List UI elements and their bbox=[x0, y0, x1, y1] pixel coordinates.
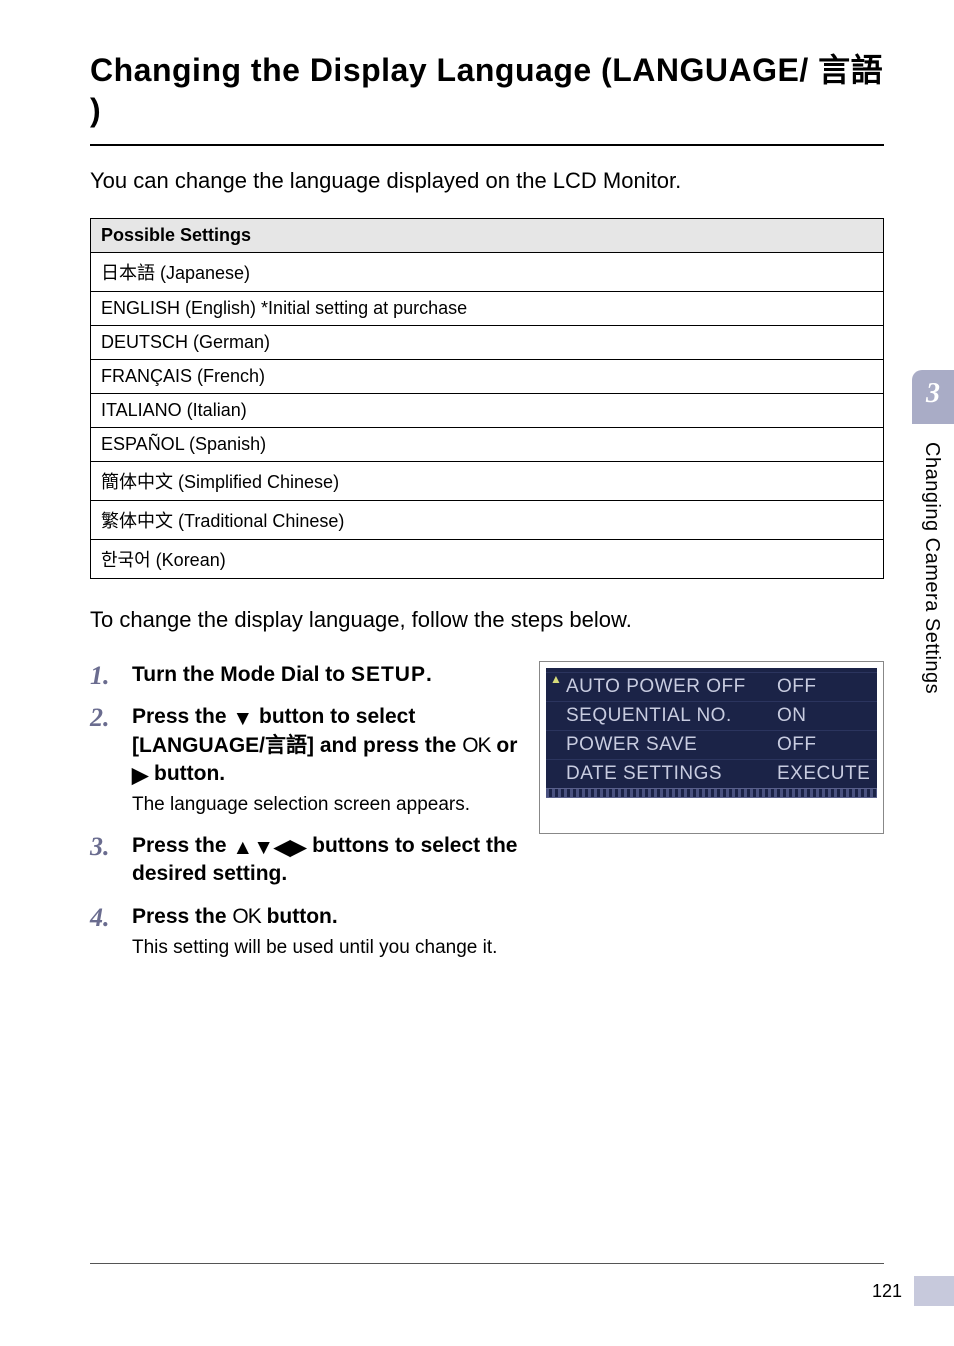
settings-row: DEUTSCH (German) bbox=[91, 326, 884, 360]
step-text: Press the bbox=[132, 905, 232, 928]
step-text: Press the bbox=[132, 834, 232, 857]
chapter-number: 3 bbox=[912, 370, 954, 424]
step-text: or bbox=[491, 734, 518, 757]
chapter-title: Changing Camera Settings bbox=[912, 424, 951, 712]
side-tab: 3 Changing Camera Settings bbox=[912, 370, 954, 850]
step-text: button. bbox=[148, 762, 225, 785]
lead-text: To change the display language, follow t… bbox=[90, 607, 884, 633]
title-rule bbox=[90, 144, 884, 146]
intro-text: You can change the language displayed on… bbox=[90, 168, 884, 194]
ok-icon: OK bbox=[462, 734, 490, 757]
step-text: Turn the Mode Dial to bbox=[132, 663, 351, 686]
step-body: This setting will be used until you chan… bbox=[132, 935, 521, 961]
lcd-value: OFF bbox=[777, 676, 867, 698]
step-text: Press the bbox=[132, 705, 232, 728]
left-arrow-icon: ◀ bbox=[274, 837, 290, 858]
settings-row: 한국어 (Korean) bbox=[91, 540, 884, 579]
possible-settings-table: Possible Settings 日本語 (Japanese) ENGLISH… bbox=[90, 218, 884, 579]
settings-row: 簡体中文 (Simplified Chinese) bbox=[91, 462, 884, 501]
lcd-label: SEQUENTIAL NO. bbox=[566, 705, 777, 727]
page-number: 121 bbox=[872, 1281, 904, 1302]
step-1: Turn the Mode Dial to SETUP. bbox=[90, 661, 521, 689]
lcd-value: OFF bbox=[777, 734, 867, 756]
ok-icon: OK bbox=[232, 905, 260, 928]
step-2: Press the ▼ button to select [LANGUAGE/言… bbox=[90, 703, 521, 818]
steps-list: Turn the Mode Dial to SETUP. Press the ▼… bbox=[90, 661, 521, 975]
settings-row: FRANÇAIS (French) bbox=[91, 360, 884, 394]
down-arrow-icon: ▼ bbox=[253, 837, 274, 858]
settings-row: 日本語 (Japanese) bbox=[91, 253, 884, 292]
right-arrow-icon: ▶ bbox=[290, 837, 306, 858]
lcd-row: DATE SETTINGS EXECUTE bbox=[546, 759, 877, 788]
page-footer: 121 bbox=[872, 1276, 954, 1306]
footer-rule bbox=[90, 1263, 884, 1264]
lcd-label: AUTO POWER OFF bbox=[566, 676, 777, 698]
step-text: button. bbox=[261, 905, 338, 928]
lcd-row: AUTO POWER OFF OFF bbox=[546, 672, 877, 701]
setup-icon: SETUP bbox=[351, 663, 426, 686]
lcd-value: EXECUTE bbox=[777, 763, 867, 785]
lcd-screenshot: ▲ AUTO POWER OFF OFF SEQUENTIAL NO. ON P… bbox=[539, 661, 884, 834]
step-4: Press the OK button. This setting will b… bbox=[90, 903, 521, 961]
step-text: . bbox=[426, 663, 432, 686]
settings-row: ITALIANO (Italian) bbox=[91, 394, 884, 428]
page-title: Changing the Display Language (LANGUAGE/… bbox=[90, 50, 884, 130]
up-arrow-icon: ▲ bbox=[232, 837, 253, 858]
settings-row: ENGLISH (English) *Initial setting at pu… bbox=[91, 292, 884, 326]
lcd-label: POWER SAVE bbox=[566, 734, 777, 756]
step-body: The language selection screen appears. bbox=[132, 792, 521, 818]
lcd-label: DATE SETTINGS bbox=[566, 763, 777, 785]
down-arrow-icon: ▼ bbox=[232, 708, 253, 729]
settings-row: ESPAÑOL (Spanish) bbox=[91, 428, 884, 462]
lcd-divider bbox=[546, 788, 877, 798]
lcd-value: ON bbox=[777, 705, 867, 727]
lcd-row: SEQUENTIAL NO. ON bbox=[546, 701, 877, 730]
right-arrow-icon: ▶ bbox=[132, 765, 148, 786]
footer-bar-icon bbox=[914, 1276, 954, 1306]
lcd-row: POWER SAVE OFF bbox=[546, 730, 877, 759]
settings-header: Possible Settings bbox=[91, 219, 884, 253]
settings-row: 繁体中文 (Traditional Chinese) bbox=[91, 501, 884, 540]
lcd-scroll-up-icon: ▲ bbox=[550, 672, 562, 686]
step-3: Press the ▲▼◀▶ buttons to select the des… bbox=[90, 832, 521, 889]
